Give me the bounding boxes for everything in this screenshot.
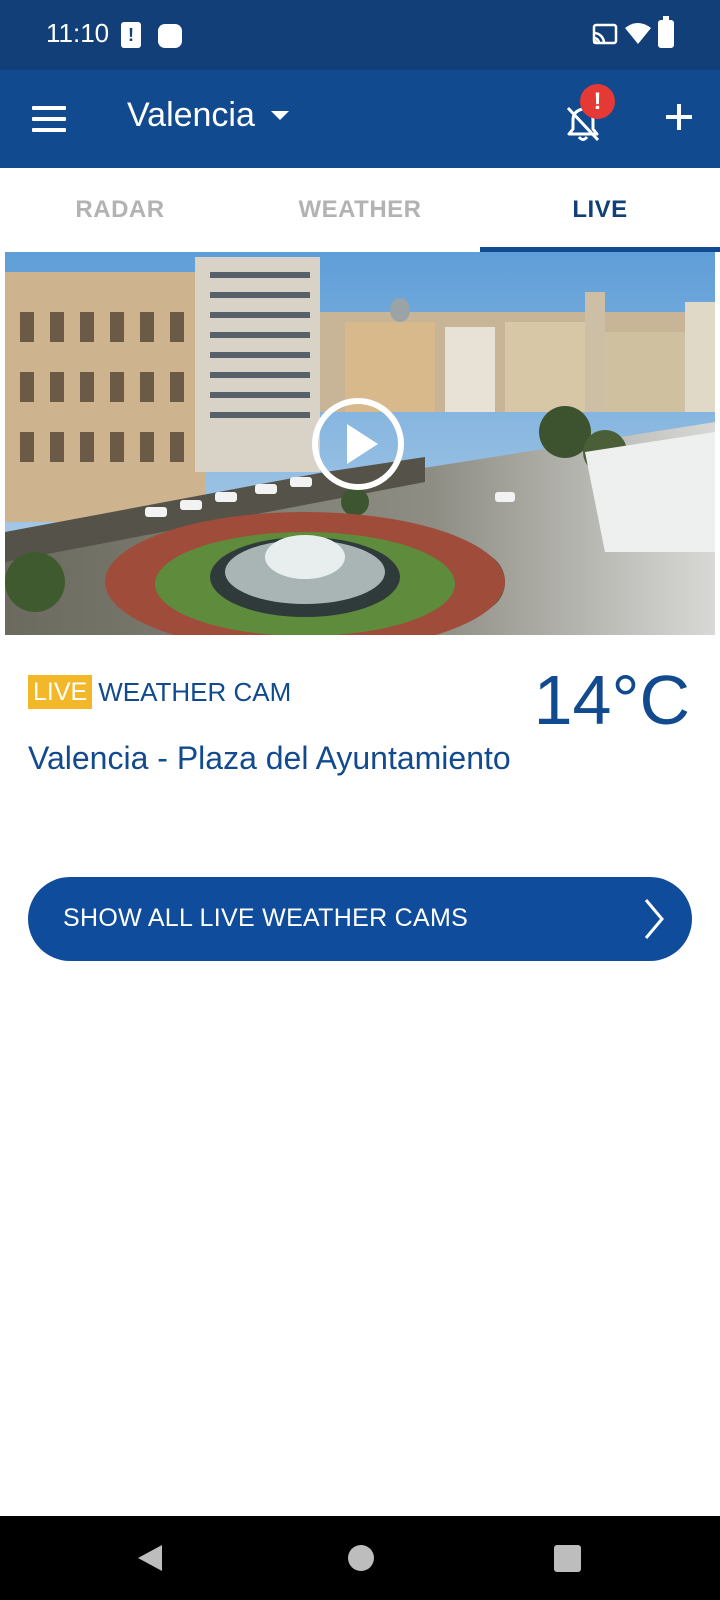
status-bar: 11:10 !: [0, 0, 720, 70]
sim-alert-icon: !: [121, 22, 141, 48]
notification-alert-badge: !: [580, 84, 615, 119]
app-bar: Valencia: [0, 70, 720, 168]
show-all-live-cams-label: SHOW ALL LIVE WEATHER CAMS: [63, 904, 469, 932]
cam-type-line: LIVE WEATHER CAM: [28, 675, 291, 709]
tab-live[interactable]: LIVE: [480, 168, 720, 252]
temperature-readout: 14°C: [533, 661, 690, 739]
tab-weather[interactable]: WEATHER: [240, 168, 480, 252]
battery-icon: [658, 16, 674, 48]
back-icon[interactable]: [136, 1543, 164, 1573]
wifi-icon: [625, 23, 651, 44]
tab-radar[interactable]: RADAR: [0, 168, 240, 252]
location-name: Valencia: [127, 96, 255, 134]
show-all-live-cams-button[interactable]: SHOW ALL LIVE WEATHER CAMS: [28, 877, 692, 961]
play-icon[interactable]: [310, 396, 406, 492]
status-time: 11:10: [46, 18, 110, 48]
location-selector[interactable]: Valencia: [127, 96, 289, 135]
app-notification-icon: [158, 24, 182, 48]
live-badge: LIVE: [28, 675, 93, 709]
system-navigation-bar: [0, 1516, 720, 1600]
add-location-icon[interactable]: [664, 102, 694, 132]
sim-alert-mark: !: [128, 25, 134, 45]
menu-icon[interactable]: [32, 106, 66, 132]
dropdown-caret-icon: [270, 111, 289, 120]
tab-bar: RADAR WEATHER LIVE: [0, 168, 720, 252]
chevron-right-icon: [644, 899, 664, 939]
home-icon[interactable]: [348, 1545, 374, 1571]
cast-icon: [592, 23, 618, 45]
cam-type-label: WEATHER CAM: [98, 676, 292, 707]
cam-location-title[interactable]: Valencia - Plaza del Ayuntamiento: [28, 740, 511, 777]
recent-apps-icon[interactable]: [554, 1545, 581, 1572]
